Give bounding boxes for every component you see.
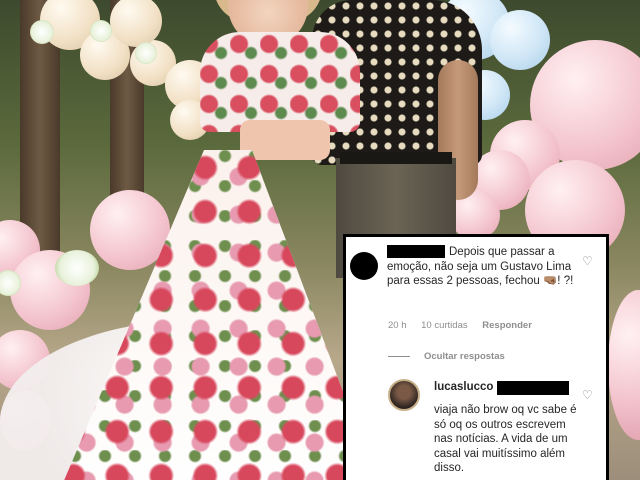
- floral-top: [200, 32, 360, 132]
- comment-panel: Depois que passar a emoção, não seja um …: [343, 234, 609, 480]
- flower-cluster: [135, 42, 157, 64]
- redacted-username: [387, 245, 445, 258]
- avatar[interactable]: [350, 252, 378, 280]
- heart-icon[interactable]: ♡: [582, 389, 593, 401]
- reply-button[interactable]: Responder: [482, 320, 532, 331]
- comment-1-meta: 20 h 10 curtidas Responder: [388, 320, 544, 331]
- balloon: [608, 290, 640, 440]
- likes-count[interactable]: 10 curtidas: [421, 320, 467, 331]
- flower-cluster: [55, 250, 99, 286]
- hide-replies-button[interactable]: Ocultar respostas: [388, 351, 505, 362]
- heart-icon[interactable]: ♡: [582, 255, 593, 267]
- comment-time: 20 h: [388, 320, 407, 331]
- avatar[interactable]: [388, 379, 420, 411]
- balloon: [90, 190, 170, 270]
- balloon: [490, 10, 550, 70]
- flower-cluster: [90, 20, 112, 42]
- flower-cluster: [30, 20, 54, 44]
- divider: [388, 355, 410, 357]
- comment-username[interactable]: lucaslucco: [434, 381, 569, 395]
- hide-replies-label: Ocultar respostas: [424, 351, 505, 362]
- comment-text: Depois que passar a emoção, não seja um …: [387, 245, 587, 289]
- comment-2-text: viaja não brow oq vc sabe é só oq os out…: [434, 404, 577, 474]
- belt: [340, 152, 452, 164]
- redacted-text: [496, 381, 569, 395]
